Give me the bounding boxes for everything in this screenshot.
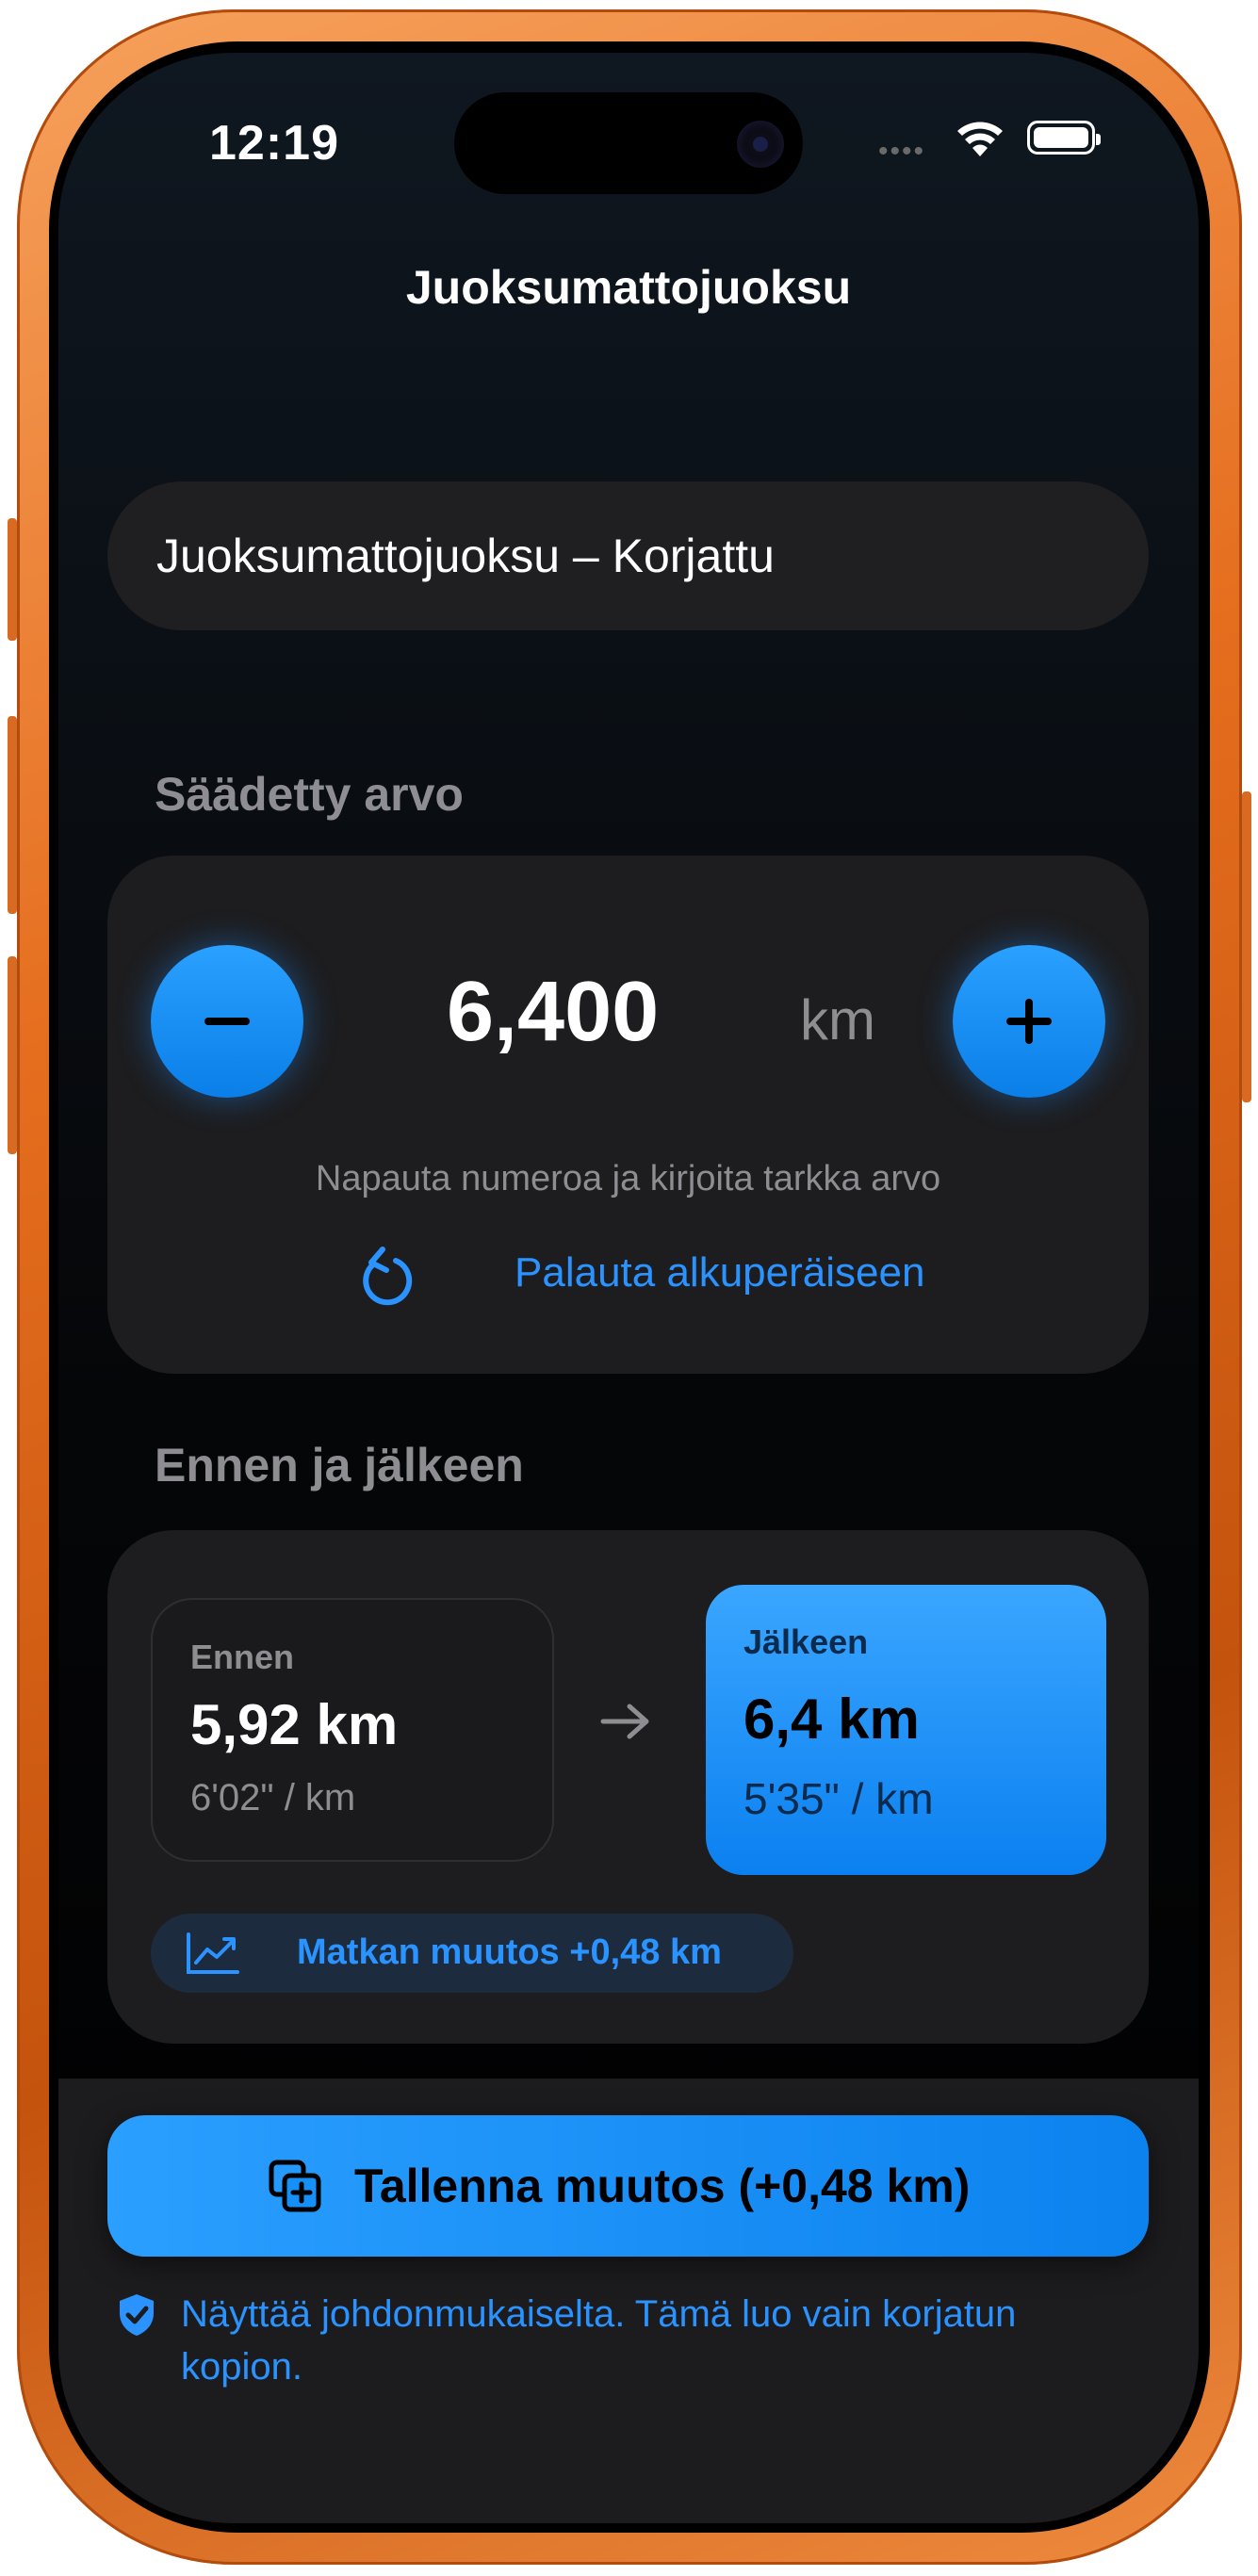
after-pace: 5'35" / km — [743, 1774, 934, 1823]
bottom-panel: Tallenna muutos (+0,48 km) Näyttää johdo… — [58, 2079, 1199, 2523]
validation-note: Näyttää johdonmukaiselta. Tämä luo vain … — [181, 2293, 1017, 2388]
save-button-label: Tallenna muutos (+0,48 km) — [354, 2160, 971, 2212]
checkmark-shield-icon — [120, 2294, 154, 2336]
after-label: Jälkeen — [743, 1622, 869, 1661]
dynamic-island — [454, 92, 803, 194]
save-button[interactable]: Tallenna muutos (+0,48 km) — [107, 2115, 1149, 2257]
adjust-card: 6,400 km Napauta numeroa ja kirjoita tar… — [107, 856, 1149, 1374]
screen: 12:19 •••• Juoksumattojuoksu Säädetty ar… — [58, 53, 1199, 2523]
change-label: Matkan muutos +0,48 km — [297, 1932, 722, 1972]
after-box: Jälkeen 6,4 km 5'35" / km — [706, 1585, 1106, 1875]
arrow-right-icon — [600, 1704, 649, 1739]
reset-button[interactable]: Palauta alkuperäiseen — [515, 1249, 924, 1296]
name-input[interactable] — [155, 528, 1149, 584]
before-pace: 6'02" / km — [190, 1777, 356, 1818]
power-button — [1242, 791, 1251, 1102]
before-box: Ennen 5,92 km 6'02" / km — [151, 1598, 554, 1862]
name-field[interactable] — [107, 481, 1149, 630]
change-badge: Matkan muutos +0,48 km — [151, 1914, 793, 1993]
arrow-counterclockwise-icon — [363, 1247, 413, 1306]
unit-label: km — [800, 988, 875, 1052]
adjusted-section-label: Säädetty arvo — [155, 768, 464, 821]
increment-button[interactable] — [953, 945, 1105, 1098]
decrement-button[interactable] — [151, 945, 303, 1098]
after-value: 6,4 km — [743, 1687, 920, 1751]
edit-hint: Napauta numeroa ja kirjoita tarkka arvo — [315, 1159, 941, 1198]
comparison-section-label: Ennen ja jälkeen — [155, 1439, 524, 1492]
battery-icon — [1027, 121, 1101, 155]
plus-icon — [1006, 999, 1052, 1044]
before-value: 5,92 km — [190, 1693, 399, 1756]
minus-icon — [204, 1018, 250, 1025]
status-bar: 12:19 •••• — [58, 53, 1199, 194]
camera-icon — [737, 121, 784, 168]
before-label: Ennen — [190, 1638, 295, 1676]
status-time: 12:19 — [209, 116, 339, 171]
wifi-icon — [957, 122, 1003, 156]
signal-dots: •••• — [878, 136, 926, 167]
comparison-card: Ennen 5,92 km 6'02" / km Jälkeen 6,4 km … — [107, 1530, 1149, 2044]
volume-down-button — [8, 956, 17, 1154]
action-button — [8, 518, 17, 641]
adjusted-value[interactable]: 6,400 — [447, 964, 659, 1061]
volume-up-button — [8, 716, 17, 914]
copy-plus-icon — [269, 2160, 321, 2212]
page-title: Juoksumattojuoksu — [405, 261, 852, 314]
trend-up-icon — [187, 1932, 239, 1974]
